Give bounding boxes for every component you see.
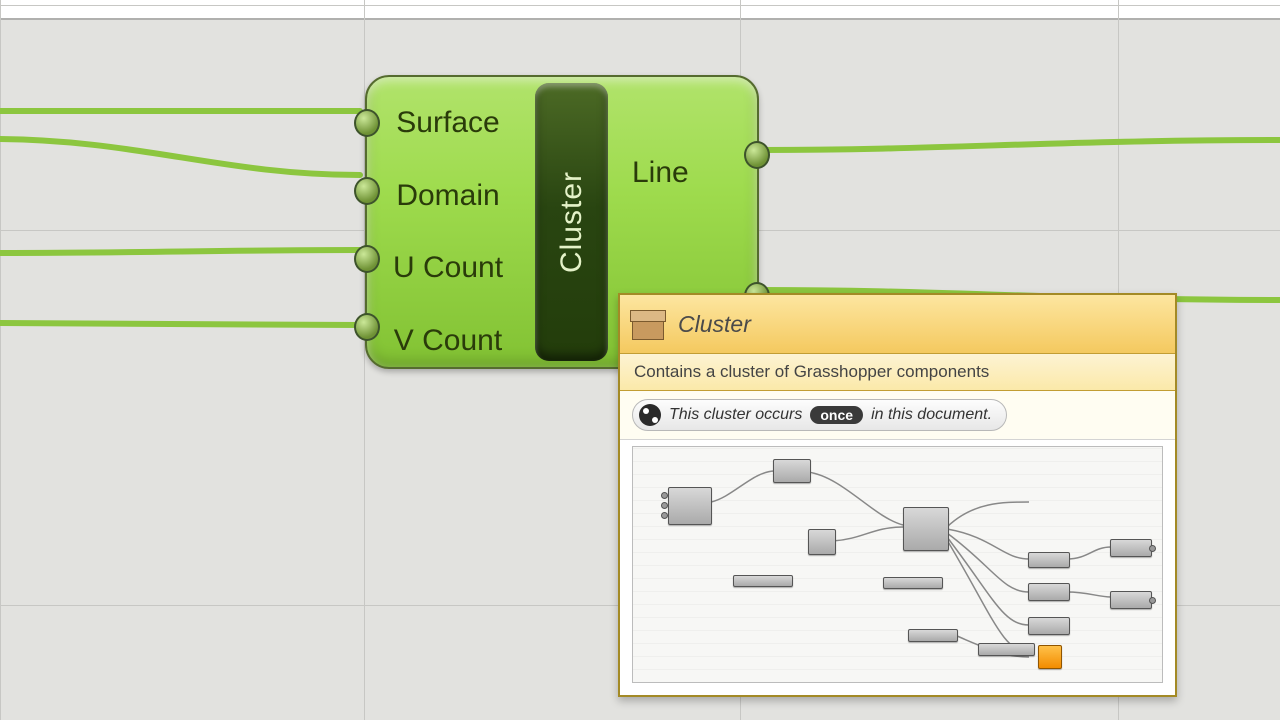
inputs-column: Surface Domain U Count V Count — [367, 77, 529, 387]
input-grip[interactable] — [354, 245, 380, 273]
input-grip[interactable] — [354, 177, 380, 205]
output-grip[interactable] — [744, 141, 770, 169]
canvas[interactable]: Surface Domain U Count V Count Cluster L… — [0, 0, 1280, 720]
preview-grip — [1149, 597, 1156, 604]
tooltip-header: Cluster — [620, 295, 1175, 354]
preview-node — [1028, 617, 1070, 635]
preview-node — [1110, 591, 1152, 609]
preview-node — [1028, 552, 1070, 568]
preview-grip — [661, 512, 668, 519]
preview-node — [1110, 539, 1152, 557]
occurrence-count-badge: once — [810, 406, 863, 424]
preview-node — [668, 487, 712, 525]
input-label: U Count — [373, 253, 523, 283]
preview-node — [773, 459, 811, 483]
preview-node — [883, 577, 943, 589]
preview-node-warning — [1038, 645, 1062, 669]
component-tooltip: Cluster Contains a cluster of Grasshoppe… — [618, 293, 1177, 697]
preview-grip — [661, 502, 668, 509]
component-core[interactable]: Cluster — [529, 77, 614, 367]
package-icon — [630, 306, 666, 342]
tooltip-description: Contains a cluster of Grasshopper compon… — [620, 354, 1175, 391]
preview-node — [733, 575, 793, 587]
occurrence-icon — [639, 404, 661, 426]
preview-node — [808, 529, 836, 555]
occurrence-suffix: in this document. — [871, 406, 992, 423]
input-label: Domain — [373, 181, 523, 211]
input-label: Surface — [373, 108, 523, 138]
preview-node — [978, 643, 1035, 656]
tooltip-occurrence: This cluster occurs once in this documen… — [620, 391, 1175, 440]
gridline — [0, 0, 1, 720]
occurrence-pill: This cluster occurs once in this documen… — [632, 399, 1007, 431]
input-grip[interactable] — [354, 313, 380, 341]
tooltip-title: Cluster — [678, 311, 751, 338]
component-name-strip: Cluster — [535, 83, 608, 361]
input-grip[interactable] — [354, 109, 380, 137]
window-border — [0, 0, 1280, 20]
gridline — [0, 5, 1280, 6]
input-label: V Count — [373, 326, 523, 356]
preview-node — [1028, 583, 1070, 601]
output-label: Line — [632, 158, 689, 188]
preview-node — [908, 629, 958, 642]
occurrence-prefix: This cluster occurs — [669, 406, 802, 423]
preview-grip — [1149, 545, 1156, 552]
component-name: Cluster — [555, 171, 589, 273]
preview-node — [903, 507, 949, 551]
cluster-preview — [632, 446, 1163, 683]
preview-grip — [661, 492, 668, 499]
